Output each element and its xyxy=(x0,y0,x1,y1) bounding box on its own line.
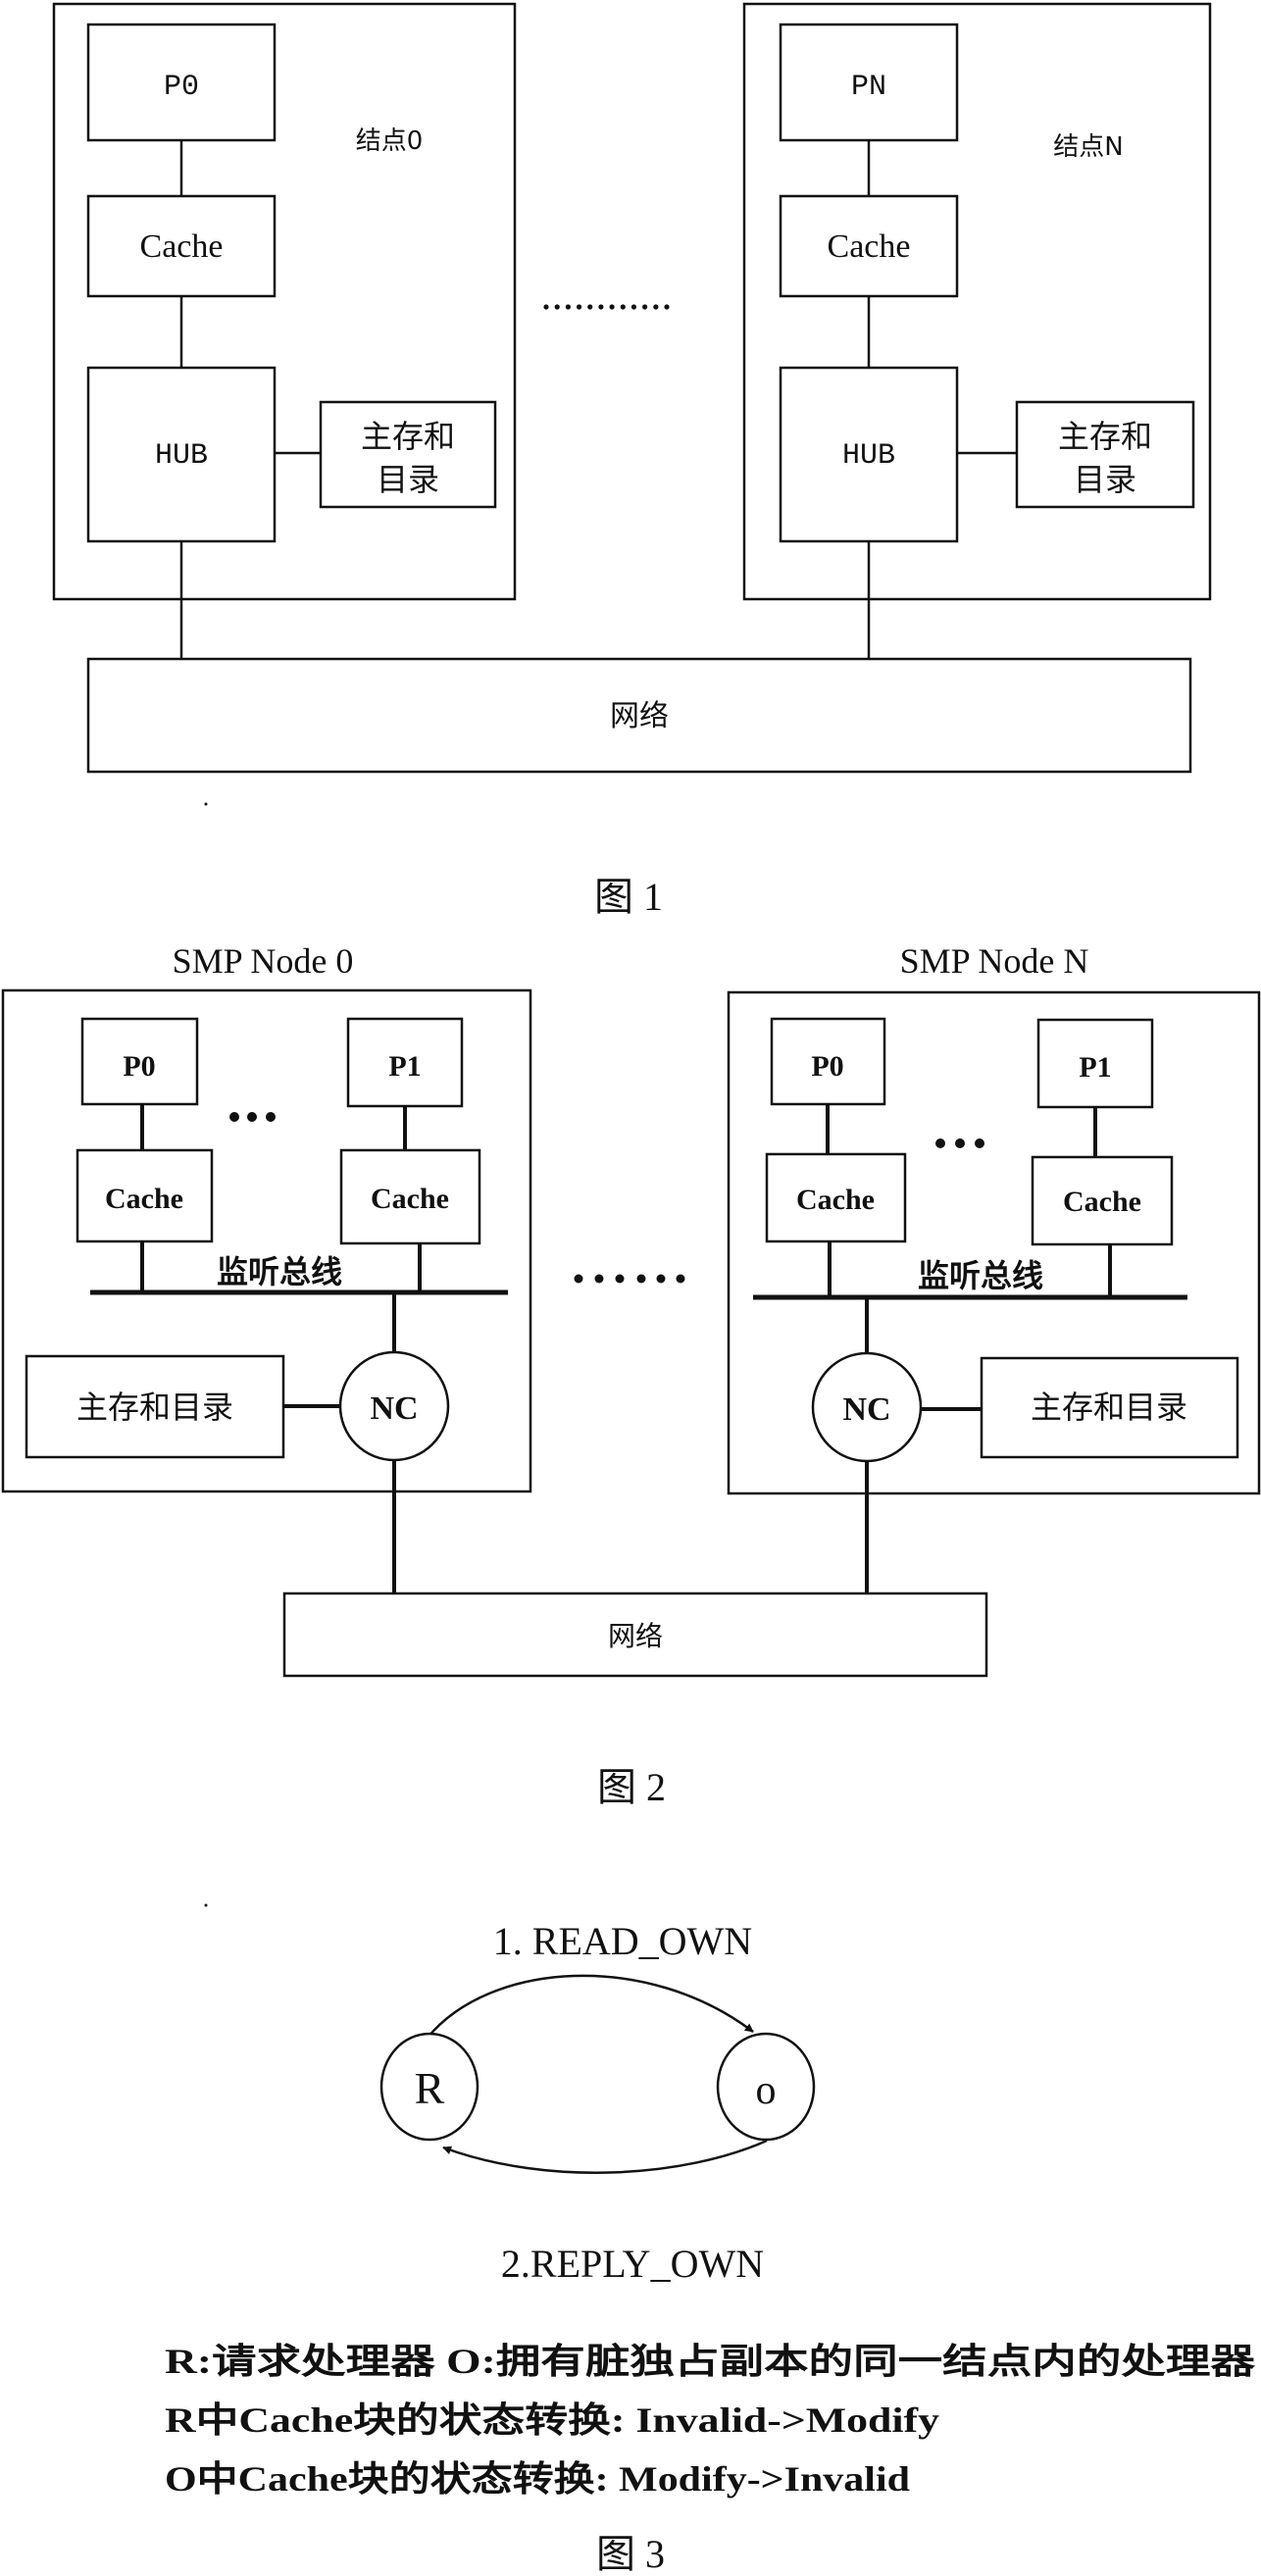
memory-directory-label-line1: 主存和 xyxy=(361,418,455,455)
cache-label: Cache xyxy=(371,1183,449,1215)
legend-line: R:请求处理器 O:拥有脏独占副本的同一结点内的处理器 xyxy=(165,2342,1256,2381)
memory-directory-label: 主存和目录 xyxy=(1031,1389,1187,1426)
memory-directory-label: 主存和目录 xyxy=(76,1389,233,1426)
legend-line: R中Cache块的状态转换: Invalid->Modify xyxy=(165,2400,939,2440)
snoop-bus-label: 监听总线 xyxy=(217,1253,342,1290)
figure-1: P0 结点0 Cache HUB 主存和 目录 PN 结点N Cache HUB… xyxy=(52,2,1212,919)
cache-label: Cache xyxy=(828,228,911,265)
processor-label: P1 xyxy=(1079,1051,1111,1084)
node-controller-label: NC xyxy=(842,1391,890,1428)
state-R: R xyxy=(379,2032,479,2142)
state-O: o xyxy=(716,2032,816,2142)
legend: R:请求处理器 O:拥有脏独占副本的同一结点内的处理器 R中Cache块的状态转… xyxy=(165,2342,1256,2499)
state-label: o xyxy=(756,2068,777,2113)
processor-ellipsis xyxy=(229,1112,276,1122)
figure2-node-n: SMP Node N P0 P1 Cache Cache 监听总线 主存和目录 … xyxy=(727,941,1261,1593)
memory-directory-label-line2: 目录 xyxy=(377,461,439,498)
node-label: 结点N xyxy=(1053,132,1123,162)
figure-caption: 图 2 xyxy=(597,1765,666,1809)
transition-arrow-reply-own xyxy=(442,2139,768,2174)
cache-label: Cache xyxy=(796,1184,875,1216)
figure-3: 1. READ_OWN R o 2.REPLY_OWN R:请求处理器 O:拥有… xyxy=(165,1903,1256,2576)
snoop-bus-label: 监听总线 xyxy=(918,1257,1043,1294)
hub-label: HUB xyxy=(155,439,208,473)
figure-2: SMP Node 0 P0 P1 Cache Cache 监听总线 主存和目录 … xyxy=(1,941,1261,1809)
figure2-node-0: SMP Node 0 P0 P1 Cache Cache 监听总线 主存和目录 … xyxy=(1,941,532,1593)
stray-mark xyxy=(204,1903,208,1907)
ellipsis-dot xyxy=(642,304,648,310)
ellipsis-dot xyxy=(565,304,571,310)
state-label: R xyxy=(415,2063,445,2113)
transition-label-reply-own: 2.REPLY_OWN xyxy=(501,2242,764,2286)
transition-label-read-own: 1. READ_OWN xyxy=(493,1919,752,1963)
memory-directory-label-line2: 目录 xyxy=(1074,461,1136,498)
figure-caption: 图 1 xyxy=(594,875,663,919)
ellipsis-dot xyxy=(554,304,560,310)
stray-mark xyxy=(204,802,208,806)
ellipsis-dot xyxy=(620,304,626,310)
node-title: SMP Node N xyxy=(900,941,1089,981)
ellipsis-dot xyxy=(653,304,659,310)
ellipsis-dot xyxy=(664,304,670,310)
between-nodes-ellipsis xyxy=(574,1274,685,1284)
hub-label: HUB xyxy=(842,439,895,473)
cache-label: Cache xyxy=(105,1183,183,1215)
ellipsis-dot xyxy=(609,304,615,310)
figure1-ellipsis xyxy=(543,304,670,310)
transition-arrow-read-own xyxy=(427,1974,754,2039)
processor-label: P0 xyxy=(123,1050,155,1083)
node-label: 结点0 xyxy=(356,126,424,156)
ellipsis-dot xyxy=(587,304,593,310)
ellipsis-dot xyxy=(598,304,604,310)
network-label: 网络 xyxy=(608,1620,663,1652)
processor-label: P1 xyxy=(388,1050,421,1083)
figure1-node-n: PN 结点N Cache HUB 主存和 目录 xyxy=(742,2,1212,659)
processor-label: PN xyxy=(851,71,886,104)
cache-label: Cache xyxy=(1063,1186,1141,1218)
processor-label: P0 xyxy=(811,1050,843,1083)
ellipsis-dot xyxy=(543,304,549,310)
cache-label: Cache xyxy=(140,228,224,265)
node-controller-label: NC xyxy=(370,1390,418,1427)
processor-label: P0 xyxy=(164,71,199,104)
node-title: SMP Node 0 xyxy=(173,941,354,981)
network-label: 网络 xyxy=(610,699,669,733)
ellipsis-dot xyxy=(630,304,637,310)
processor-ellipsis xyxy=(935,1138,984,1148)
patent-figures: P0 结点0 Cache HUB 主存和 目录 PN 结点N Cache HUB… xyxy=(1,2,1261,2576)
ellipsis-dot xyxy=(576,304,582,310)
figure-caption: 图 3 xyxy=(596,2532,665,2576)
memory-directory-label-line1: 主存和 xyxy=(1058,418,1152,455)
legend-line: O中Cache块的状态转换: Modify->Invalid xyxy=(165,2459,910,2499)
figure1-node-0: P0 结点0 Cache HUB 主存和 目录 xyxy=(52,2,517,659)
